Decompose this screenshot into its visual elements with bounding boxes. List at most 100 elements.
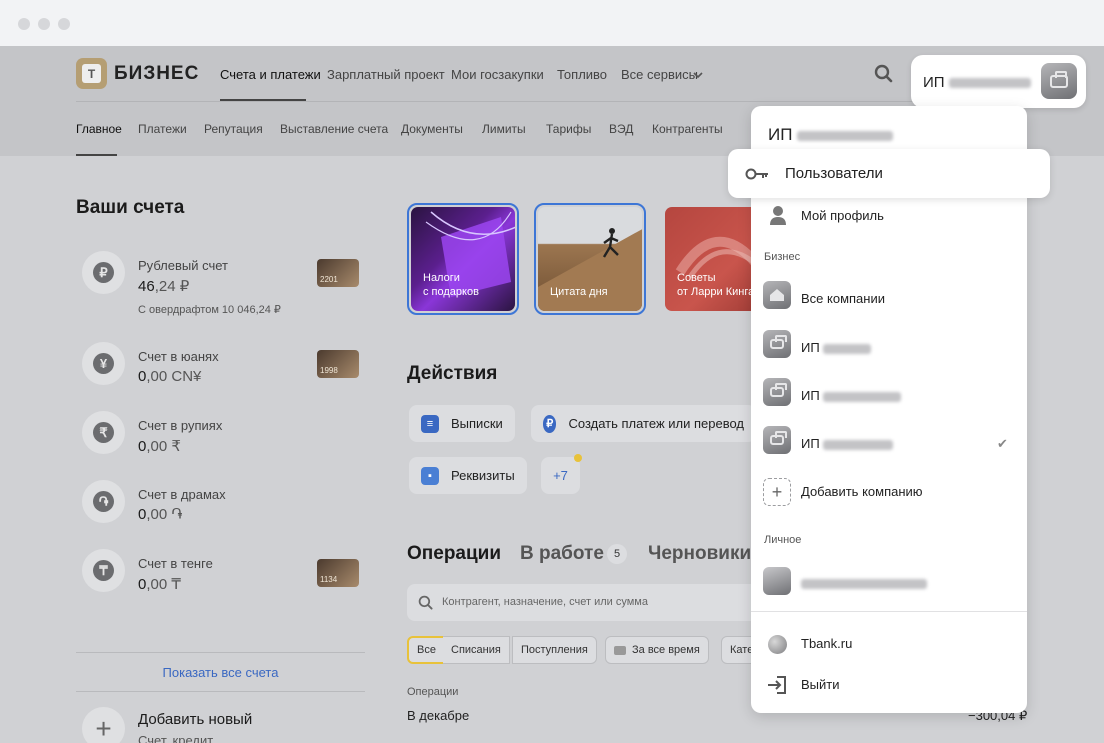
subnav-counterparties[interactable]: Контрагенты	[652, 122, 723, 136]
accounts-divider	[76, 652, 365, 653]
menu-item-label	[801, 575, 927, 590]
subnav-reputation[interactable]: Репутация	[204, 122, 263, 136]
person-icon	[770, 206, 786, 225]
filter-credits[interactable]: Поступления	[512, 636, 597, 664]
account-name: Счет в юанях	[138, 349, 219, 364]
menu-item-users[interactable]: Пользователи	[728, 149, 1050, 198]
ruble-icon: ₽	[543, 414, 557, 433]
dram-icon: ֏	[82, 480, 125, 523]
filter-period[interactable]: За все время	[605, 636, 709, 664]
briefcase-icon	[763, 330, 791, 358]
account-balance: 0,00 ₸	[138, 576, 181, 593]
filter-debits[interactable]: Списания	[443, 636, 510, 664]
menu-item-label: ИП	[801, 436, 894, 451]
globe-icon	[768, 635, 787, 654]
menu-item-personal-account[interactable]	[751, 563, 1027, 603]
nav-procurement[interactable]: Мои госзакупки	[451, 67, 544, 82]
logo-letter: Т	[82, 64, 101, 83]
briefcase-icon	[1041, 63, 1077, 99]
window-maximize-dot[interactable]	[58, 18, 70, 30]
subnav-tariffs[interactable]: Тарифы	[546, 122, 591, 136]
menu-item-company[interactable]: ИП	[751, 376, 1027, 416]
account-switcher-label: ИП	[923, 74, 1031, 91]
subnav-ved[interactable]: ВЭД	[609, 122, 633, 136]
search-placeholder: Контрагент, назначение, счет или сумма	[442, 596, 648, 608]
bank-card-thumbnail[interactable]: 2201	[317, 259, 359, 287]
window-close-dot[interactable]	[18, 18, 30, 30]
nav-all-services[interactable]: Все сервисы	[621, 67, 698, 82]
tenge-icon: ₸	[82, 549, 125, 592]
menu-item-label: ИП	[801, 388, 902, 403]
story-card-taxes[interactable]: Налоги с подарков	[407, 203, 519, 315]
key-icon	[745, 168, 768, 180]
menu-item-label: Добавить компанию	[801, 484, 923, 499]
logout-icon	[768, 676, 786, 694]
menu-item-label: ИП	[801, 340, 872, 355]
account-name: Рублевый счет	[138, 258, 228, 273]
more-actions-button[interactable]: +7	[541, 457, 580, 494]
story-caption: Налоги с подарков	[423, 272, 479, 298]
tab-operations[interactable]: Операции	[407, 543, 501, 565]
ruble-icon: ₽	[82, 251, 125, 294]
accounts-divider	[76, 691, 365, 692]
menu-item-profile[interactable]: Мой профиль	[751, 196, 1027, 236]
statements-button[interactable]: ≡ Выписки	[409, 405, 515, 442]
menu-item-label: Пользователи	[785, 165, 883, 182]
menu-item-add-company[interactable]: + Добавить компанию	[751, 472, 1027, 512]
account-overdraft-note: С овердрафтом 10 046,24 ₽	[138, 304, 281, 316]
nav-fuel[interactable]: Топливо	[557, 67, 607, 82]
subnav-main[interactable]: Главное	[76, 122, 122, 136]
briefcase-icon	[763, 426, 791, 454]
accounts-title: Ваши счета	[76, 197, 185, 218]
story-caption: Цитата дня	[550, 286, 608, 298]
redacted-name	[948, 78, 1031, 89]
logo[interactable]: Т	[76, 58, 107, 89]
create-payment-button[interactable]: ₽ Создать платеж или перевод	[531, 405, 756, 442]
menu-item-company-selected[interactable]: ИП ✔	[751, 424, 1027, 464]
tab-in-work[interactable]: В работе	[520, 543, 604, 565]
menu-item-label: Выйти	[801, 677, 840, 692]
filter-all[interactable]: Все	[407, 636, 446, 664]
brand-name: БИЗНЕС	[114, 63, 200, 84]
briefcase-icon	[763, 378, 791, 406]
nav-accounts-payments[interactable]: Счета и платежи	[220, 67, 321, 82]
actions-title: Действия	[407, 363, 498, 384]
menu-item-tbank-site[interactable]: Tbank.ru	[751, 624, 1027, 664]
month-label: В декабре	[407, 708, 470, 723]
show-all-accounts-link[interactable]: Показать все счета	[76, 665, 365, 680]
dropdown-title: ИП	[768, 125, 894, 145]
menu-item-all-companies[interactable]: Все компании	[751, 279, 1027, 319]
yuan-icon: ¥	[82, 342, 125, 385]
subnav-invoicing[interactable]: Выставление счета	[280, 122, 388, 136]
menu-item-label: Все компании	[801, 291, 885, 306]
add-new-account-title[interactable]: Добавить новый	[138, 711, 252, 728]
bank-card-thumbnail[interactable]: 1998	[317, 350, 359, 378]
operations-search-input[interactable]: Контрагент, назначение, счет или сумма	[407, 584, 767, 621]
checkmark-icon: ✔	[997, 436, 1008, 451]
menu-item-company[interactable]: ИП	[751, 328, 1027, 368]
section-personal: Личное	[764, 534, 802, 546]
menu-item-logout[interactable]: Выйти	[751, 665, 1027, 705]
search-icon[interactable]	[874, 64, 894, 84]
nav-salary-project[interactable]: Зарплатный проект	[327, 67, 445, 82]
add-new-account-subtitle: Счет, кредит	[138, 733, 214, 743]
account-balance: 0,00 CN¥	[138, 368, 202, 385]
in-work-count-badge: 5	[607, 544, 627, 564]
requisites-button[interactable]: ▪ Реквизиты	[409, 457, 527, 494]
chevron-down-icon	[693, 72, 703, 79]
plus-icon[interactable]: +	[82, 707, 125, 743]
operations-section-label: Операции	[407, 686, 459, 698]
subnav-payments[interactable]: Платежи	[138, 122, 187, 136]
bank-card-thumbnail[interactable]: 1134	[317, 559, 359, 587]
rupee-icon: ₹	[82, 411, 125, 454]
account-switcher-button[interactable]: ИП	[911, 55, 1086, 108]
account-name: Счет в рупиях	[138, 418, 223, 433]
subnav-limits[interactable]: Лимиты	[482, 122, 526, 136]
window-minimize-dot[interactable]	[38, 18, 50, 30]
story-card-quote[interactable]: Цитата дня	[534, 203, 646, 315]
search-icon	[418, 595, 433, 610]
notification-dot	[574, 454, 582, 462]
subnav-documents[interactable]: Документы	[401, 122, 463, 136]
tab-drafts[interactable]: Черновики	[648, 543, 751, 565]
story-caption: Советы от Ларри Кинга	[677, 272, 755, 298]
